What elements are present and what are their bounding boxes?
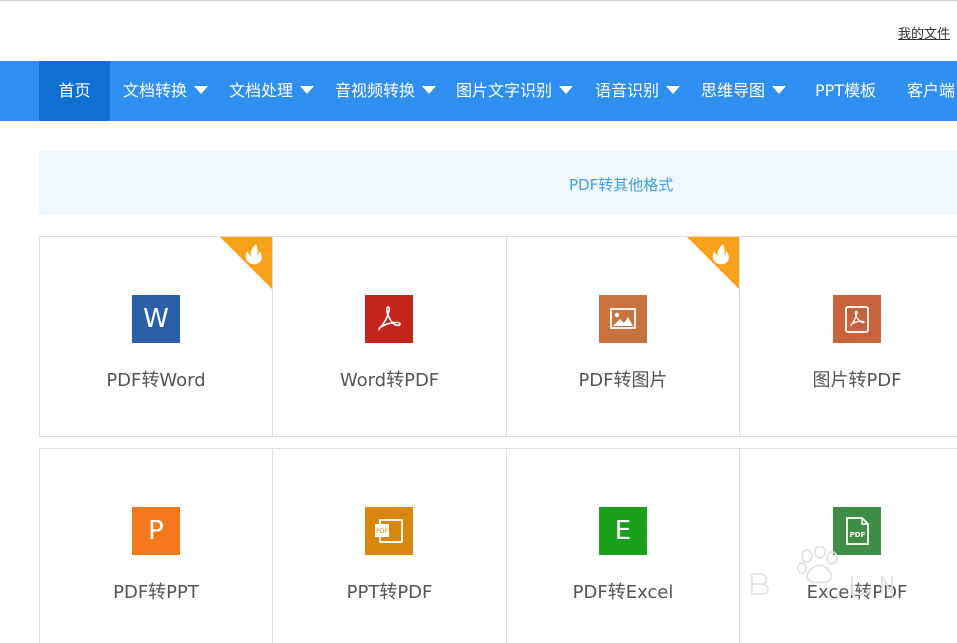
- nav-item-mindmap[interactable]: 思维导图: [701, 61, 787, 121]
- main-nav: 首页 文档转换 文档处理 音视频转换 图片文字识别 语音识别 思维导图 PPT模…: [0, 61, 957, 121]
- caret-down-icon: [559, 85, 574, 94]
- nav-item-label: 语音识别: [595, 81, 660, 100]
- tool-label: PDF转Word: [106, 370, 206, 391]
- caret-down-icon: [300, 85, 315, 94]
- caret-down-icon: [194, 85, 209, 94]
- nav-item-label: PPT模板: [815, 81, 877, 100]
- tool-card-pdf-to-excel[interactable]: E PDF转Excel: [506, 448, 740, 643]
- my-files-link[interactable]: 我的文件: [898, 23, 950, 42]
- nav-item-doc-process[interactable]: 文档处理: [229, 61, 315, 121]
- caret-down-icon: [666, 85, 681, 94]
- excel-icon: E: [599, 507, 647, 555]
- nav-item-label: 文档处理: [229, 81, 294, 100]
- nav-item-av-convert[interactable]: 音视频转换: [335, 61, 437, 121]
- nav-item-label: 思维导图: [701, 81, 766, 100]
- hot-fire-icon: [687, 237, 739, 289]
- nav-item-label: 客户端: [907, 81, 956, 100]
- tool-label: PDF转Excel: [572, 582, 674, 603]
- caret-down-icon: [422, 85, 437, 94]
- word-icon: W: [132, 295, 180, 343]
- section-title[interactable]: PDF转其他格式: [569, 174, 673, 195]
- nav-item-speech[interactable]: 语音识别: [595, 61, 681, 121]
- tool-label: 图片转PDF: [812, 370, 902, 391]
- nav-item-label: 音视频转换: [335, 81, 416, 100]
- tool-card-word-to-pdf[interactable]: Word转PDF: [272, 236, 507, 437]
- top-bar: 我的文件: [0, 1, 957, 61]
- tool-card-pdf-to-image[interactable]: PDF转图片: [506, 236, 740, 437]
- nav-item-doc-convert[interactable]: 文档转换: [123, 61, 209, 121]
- nav-item-ocr[interactable]: 图片文字识别: [456, 61, 574, 121]
- tool-card-pdf-to-ppt[interactable]: P PDF转PPT: [39, 448, 273, 643]
- nav-item-label: 首页: [58, 81, 91, 100]
- ppt-pdf-icon: PDF: [365, 507, 413, 555]
- tool-card-image-to-pdf[interactable]: 图片转PDF: [739, 236, 957, 437]
- tool-label: PDF转PPT: [113, 582, 199, 603]
- section-header: [39, 151, 957, 215]
- powerpoint-icon: P: [132, 507, 180, 555]
- hot-fire-icon: [220, 237, 272, 289]
- pdf-doc-icon: [833, 295, 881, 343]
- pdf-file-icon-text: PDF: [850, 531, 866, 539]
- watermark-logo-icon: [751, 546, 893, 598]
- tool-row: W PDF转Word Word转PDF PDF转图片 图片转PDF: [39, 236, 957, 437]
- nav-item-client[interactable]: 客户端: [907, 61, 955, 121]
- nav-item-home[interactable]: 首页: [39, 61, 110, 121]
- nav-item-ppt-templates[interactable]: PPT模板: [815, 61, 876, 121]
- tool-label: PDF转图片: [578, 370, 668, 391]
- tool-card-pdf-to-word[interactable]: W PDF转Word: [39, 236, 273, 437]
- tool-card-ppt-to-pdf[interactable]: PDF PPT转PDF: [272, 448, 507, 643]
- caret-down-icon: [772, 85, 787, 94]
- tool-label: Word转PDF: [339, 370, 440, 391]
- image-icon: [599, 295, 647, 343]
- nav-item-label: 文档转换: [123, 81, 188, 100]
- pdf-acrobat-icon: [365, 295, 413, 343]
- ppt-pdf-icon-text: PDF: [376, 528, 388, 535]
- nav-item-label: 图片文字识别: [456, 81, 553, 100]
- tool-label: PPT转PDF: [346, 582, 433, 603]
